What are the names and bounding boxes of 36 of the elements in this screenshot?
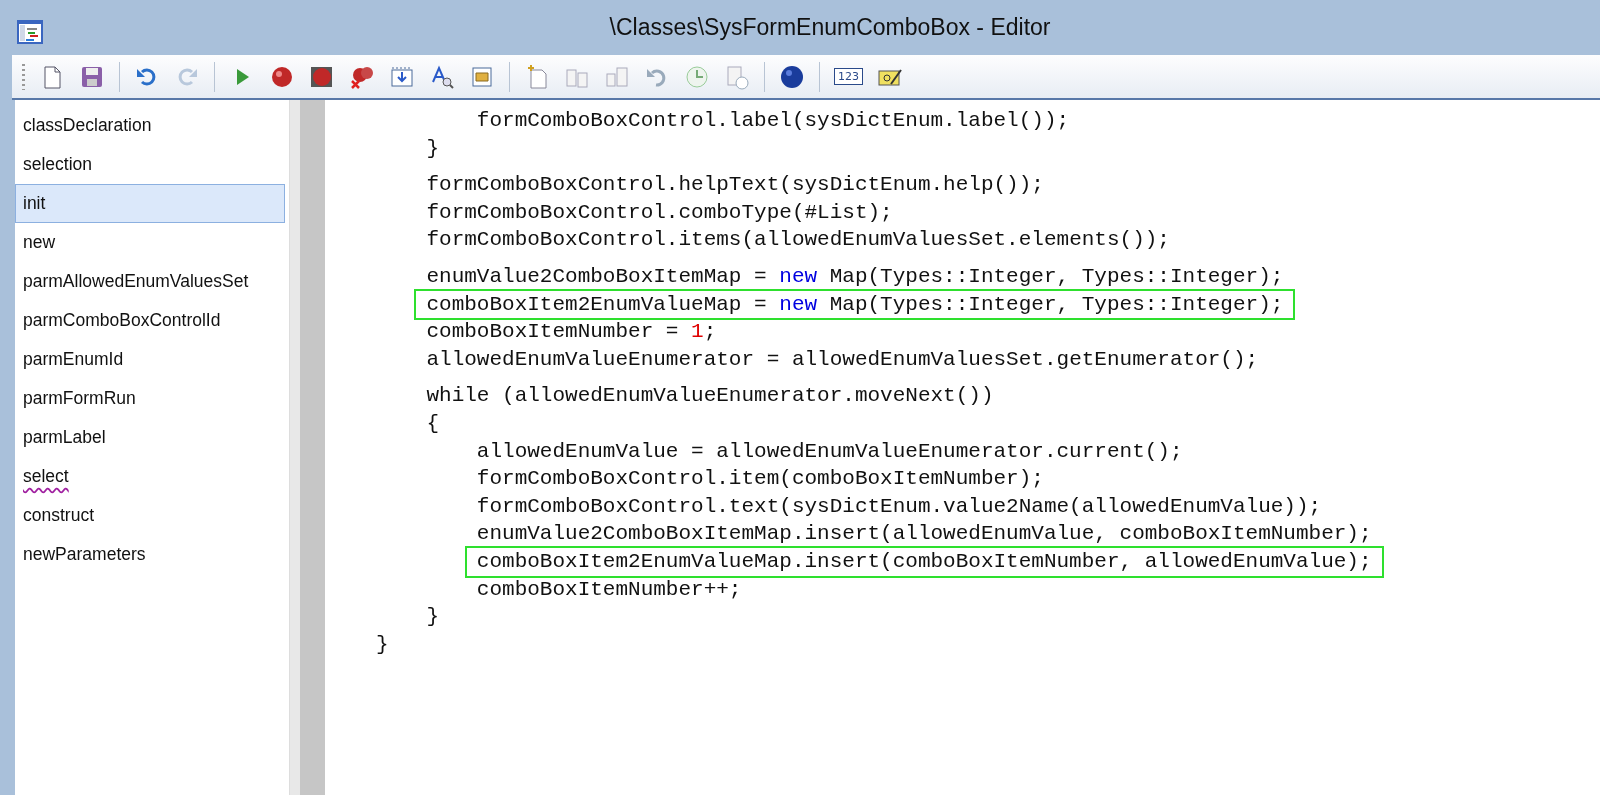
line-number-button[interactable]: 123 <box>834 68 863 85</box>
help-icon[interactable] <box>779 63 805 90</box>
code-line: enumValue2ComboBoxItemMap = new Map(Types::Integer, Types::Integer); <box>426 263 1284 290</box>
method-item[interactable]: new <box>15 223 285 262</box>
code-line: formComboBoxControl.comboType(#List); <box>426 199 893 226</box>
method-item[interactable]: parmComboBoxControlId <box>15 301 285 340</box>
code-line: formComboBoxControl.item(comboBoxItemNumber); <box>476 466 1044 493</box>
window-title: \Classes\SysFormEnumComboBox - Editor <box>608 14 1052 41</box>
code-line: while (allowedEnumValueEnumerator.moveNext()) <box>426 383 994 410</box>
method-item[interactable]: init <box>15 184 285 223</box>
method-item[interactable]: parmEnumId <box>15 340 285 379</box>
code-line: { <box>426 410 440 437</box>
method-item[interactable]: construct <box>15 496 285 535</box>
highlighted-code-line: comboBoxItem2EnumValueMap.insert(comboBoxItemNumber, allowedEnumValue); <box>466 547 1382 576</box>
history-icon[interactable] <box>684 63 710 90</box>
code-line: allowedEnumValueEnumerator = allowedEnumValuesSet.getEnumerator(); <box>426 346 1259 373</box>
code-line: enumValue2ComboBoxItemMap.insert(allowedEnumValue, comboBoxItemNumber); <box>476 521 1372 548</box>
code-line: } <box>426 604 440 631</box>
code-line: formComboBoxControl.helpText(sysDictEnum.help()); <box>426 172 1044 199</box>
method-item[interactable]: parmFormRun <box>15 379 285 418</box>
code-line: } <box>376 631 389 658</box>
method-item[interactable]: select <box>15 457 285 496</box>
code-line: allowedEnumValue = allowedEnumValueEnumerator.current(); <box>476 438 1183 465</box>
code-line: } <box>426 135 440 162</box>
editor-icon <box>17 20 43 44</box>
method-item[interactable]: newParameters <box>15 535 285 574</box>
code-line: formComboBoxControl.label(sysDictEnum.label()); <box>476 108 1070 134</box>
method-item[interactable]: selection <box>15 145 285 184</box>
method-item[interactable]: parmLabel <box>15 418 285 457</box>
code-line: formComboBoxControl.text(sysDictEnum.value2Name(allowedEnumValue)); <box>476 493 1322 520</box>
code-line: comboBoxItemNumber++; <box>476 576 742 603</box>
code-line: formComboBoxControl.items(allowedEnumValuesSet.elements()); <box>426 227 1170 254</box>
method-item[interactable]: classDeclaration <box>15 106 285 145</box>
method-item[interactable]: parmAllowedEnumValuesSet <box>15 262 285 301</box>
highlighted-code-line: comboBoxItem2EnumValueMap = new Map(Types::Integer, Types::Integer); <box>416 290 1294 319</box>
code-line: comboBoxItemNumber = 1; <box>426 319 717 346</box>
